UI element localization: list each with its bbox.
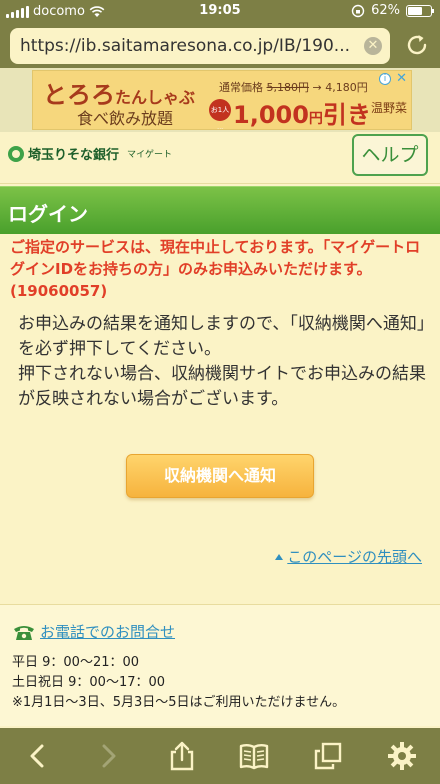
section-title: ログイン bbox=[8, 202, 88, 226]
notify-institution-button[interactable]: 収納機関へ通知 bbox=[126, 454, 314, 498]
browser-toolbar bbox=[0, 728, 440, 784]
ad-price-arrow: → bbox=[312, 81, 322, 94]
weekend-hours: 土日祝日 9：00〜17：00 bbox=[12, 675, 166, 690]
status-bar: docomo 19:05 62% bbox=[0, 0, 440, 24]
info-message-line-1: お申込みの結果を通知しますので、「収納機関へ通知」を必ず押下してください。 bbox=[18, 314, 426, 359]
battery-fill bbox=[408, 6, 422, 15]
back-to-top-label[interactable]: このページの先頭へ bbox=[287, 546, 422, 567]
ad-price-after: 4,180円 bbox=[325, 81, 368, 94]
info-message: お申込みの結果を通知しますので、「収納機関へ通知」を必ず押下してください。 押下… bbox=[18, 312, 430, 412]
ad-close-icon[interactable]: ✕ bbox=[396, 71, 407, 86]
phone-contact-link[interactable]: お電話でのお問合せ bbox=[40, 621, 175, 642]
telephone-icon bbox=[14, 625, 34, 640]
ad-discount-suffix: 引き bbox=[322, 101, 371, 129]
ad-brand-logo: 温野菜 bbox=[370, 101, 407, 115]
ad-banner-container: とろろたんしゃぶ 食べ飲み放題 通常価格 5,180円 → 4,180円 お1人… bbox=[0, 68, 440, 132]
rotation-lock-icon bbox=[351, 4, 365, 17]
ad-per-person-badge: お1人様 bbox=[209, 99, 231, 129]
browser-address-bar: https://ib.saitamaresona.co.jp/IB/190...… bbox=[0, 24, 440, 68]
tabs-icon[interactable] bbox=[312, 740, 344, 772]
url-text[interactable]: https://ib.saitamaresona.co.jp/IB/190... bbox=[20, 36, 350, 56]
ad-info-icon[interactable]: i bbox=[379, 73, 391, 85]
phone-contact-row[interactable]: お電話でのお問合せ bbox=[12, 621, 175, 642]
back-to-top-link[interactable]: このページの先頭へ bbox=[275, 546, 422, 567]
ad-price-before: 5,180円 bbox=[266, 81, 310, 94]
bank-logo-icon bbox=[8, 145, 24, 162]
business-hours: 平日 9：00〜21：00 土日祝日 9：00〜17：00 ※1月1日〜3日、5… bbox=[12, 653, 345, 713]
settings-gear-icon[interactable] bbox=[386, 740, 418, 772]
ad-banner[interactable]: とろろたんしゃぶ 食べ飲み放題 通常価格 5,180円 → 4,180円 お1人… bbox=[32, 70, 412, 130]
ad-discount: 1,000円引き bbox=[233, 95, 371, 129]
triangle-up-icon bbox=[275, 553, 284, 560]
share-icon[interactable] bbox=[166, 740, 198, 772]
ad-subline: 食べ飲み放題 bbox=[77, 109, 174, 128]
contact-section: お電話でのお問合せ 平日 9：00〜21：00 土日祝日 9：00〜17：00 … bbox=[0, 604, 440, 726]
ad-price-label: 通常価格 bbox=[219, 81, 263, 94]
bank-logo-sub: マイゲート bbox=[127, 150, 173, 160]
ad-discount-unit: 円 bbox=[308, 111, 323, 127]
ad-price-note: 通常価格 5,180円 → 4,180円 bbox=[219, 79, 368, 95]
battery-icon bbox=[406, 4, 434, 17]
bank-logo-name: 埼玉りそな銀行 bbox=[28, 148, 120, 163]
site-header: 埼玉りそな銀行 マイゲート ヘルプ bbox=[0, 132, 440, 184]
battery-percent: 62% bbox=[371, 3, 400, 18]
help-button[interactable]: ヘルプ bbox=[352, 134, 428, 176]
weekday-hours: 平日 9：00〜21：00 bbox=[12, 655, 140, 670]
status-right: 62% bbox=[351, 3, 434, 18]
clear-url-icon[interactable]: ✕ bbox=[364, 37, 382, 55]
bank-logo[interactable]: 埼玉りそな銀行 マイゲート bbox=[8, 144, 172, 163]
back-icon[interactable] bbox=[22, 740, 54, 772]
info-message-line-2: 押下されない場合、収納機関サイトでお申込みの結果が反映されない場合がございます。 bbox=[18, 364, 426, 409]
error-message: ご指定のサービスは、現在中止しております。「マイゲートログインIDをお持ちの方」… bbox=[10, 238, 421, 300]
section-header: ログイン bbox=[0, 186, 440, 234]
reload-icon[interactable] bbox=[404, 32, 430, 58]
closed-days-note: ※1月1日〜3日、5月3日〜5日はご利用いただけません。 bbox=[12, 695, 346, 710]
forward-icon[interactable] bbox=[92, 740, 124, 772]
ad-discount-amount: 1,000 bbox=[233, 101, 309, 129]
url-field[interactable]: https://ib.saitamaresona.co.jp/IB/190...… bbox=[10, 28, 390, 64]
bookmarks-icon[interactable] bbox=[238, 740, 270, 772]
